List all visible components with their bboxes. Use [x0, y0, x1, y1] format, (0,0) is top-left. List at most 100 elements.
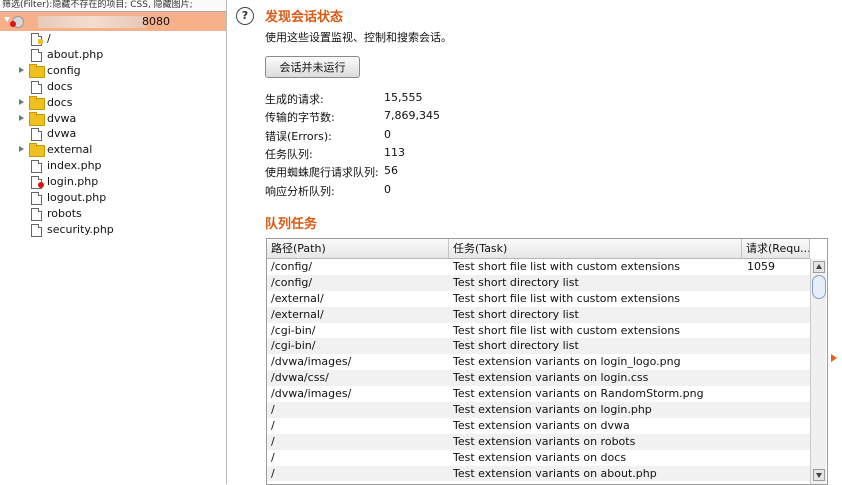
table-row[interactable]: /cgi-bin/Test short directory list [267, 338, 810, 355]
tree-item[interactable]: dvwa [0, 111, 226, 127]
table-row[interactable]: /external/Test short directory list [267, 306, 810, 323]
tree-item-label: dvwa [47, 111, 77, 125]
table-row[interactable]: /external/Test short file list with cust… [267, 291, 810, 307]
table-row[interactable]: /config/Test short directory list [267, 274, 810, 291]
tree-item[interactable]: logout.php [0, 190, 226, 206]
tree-item-label: external [47, 143, 93, 157]
cell-task: Test extension variants on dvwa [453, 418, 630, 432]
folder-icon [29, 111, 45, 126]
table-row[interactable]: / Test extension variants on login.php [267, 402, 810, 418]
file-icon [31, 192, 42, 205]
stat-row: 生成的请求: 15,555 [265, 91, 525, 107]
table-row[interactable]: / Test extension variants on about.php [267, 465, 810, 482]
column-header-requests[interactable]: 请求(Requ... [742, 239, 810, 258]
alert-dot-icon [10, 21, 16, 27]
tree-root-host[interactable]: 8080 [0, 12, 226, 31]
stat-value: 15,555 [384, 91, 423, 104]
column-header-task[interactable]: 任务(Task) [449, 239, 742, 258]
redacted-host [38, 16, 146, 28]
cell-task: Test short file list with custom extensi… [453, 323, 681, 337]
tree-item[interactable]: external [0, 142, 226, 158]
cell-task: Test extension variants on login_logo.pn… [453, 355, 681, 369]
tree-item-label: / [47, 32, 51, 45]
tree-item-label: index.php [47, 159, 102, 173]
scroll-down-icon[interactable] [813, 469, 825, 481]
cell-path: / [271, 450, 275, 464]
cell-path: /dvwa/css/ [271, 371, 329, 385]
cell-task: Test extension variants on RandomStorm.p… [453, 387, 704, 401]
cell-task: Test short file list with custom extensi… [453, 260, 681, 273]
help-icon[interactable]: ? [236, 7, 254, 25]
filter-bar[interactable]: 筛选(Filter):隐藏不存在的项目; CSS, 隐藏图片; [0, 0, 226, 12]
stat-value: 56 [384, 164, 398, 178]
table-header: 路径(Path) 任务(Task) 请求(Requ... [267, 239, 810, 259]
tree-item-label: security.php [47, 222, 114, 236]
table-row[interactable]: /dvwa/images/Test extension variants on … [267, 386, 810, 402]
expand-arrow-icon[interactable] [19, 114, 24, 121]
tree-item[interactable]: / [0, 31, 226, 47]
tree-item-label: login.php [47, 175, 99, 189]
stat-value: 7,869,345 [384, 109, 440, 123]
cell-path: / [271, 418, 275, 432]
collapse-panel-arrow-icon[interactable] [831, 354, 837, 362]
table-row[interactable]: / Test extension variants on robots [267, 433, 810, 450]
tree-item-label: dvwa [47, 127, 77, 141]
tree-item[interactable]: docs [0, 95, 226, 111]
table-row[interactable]: /dvwa/images/Test extension variants on … [267, 354, 810, 370]
table-row[interactable]: /config/Test short file list with custom… [267, 259, 810, 275]
scroll-up-icon[interactable] [813, 261, 825, 273]
column-header-path[interactable]: 路径(Path) [267, 239, 449, 258]
cell-path: / [271, 403, 275, 417]
table-row[interactable]: / Test extension variants on docs [267, 450, 810, 466]
stat-row: 任务队列: 113 [265, 146, 525, 162]
tree-item[interactable]: about.php [0, 47, 226, 63]
table-body: /config/Test short file list with custom… [267, 259, 810, 482]
tree-item-label: docs [47, 95, 73, 109]
stat-value: 0 [384, 127, 391, 141]
collapse-arrow-icon[interactable] [4, 17, 10, 22]
site-map-panel: 筛选(Filter):隐藏不存在的项目; CSS, 隐藏图片; 8080 / ab… [0, 0, 227, 484]
tree-item[interactable]: security.php [0, 222, 226, 238]
cell-requests: 1059 [747, 260, 775, 273]
tree-item-label: config [47, 63, 81, 77]
stat-value: 113 [384, 145, 405, 159]
cell-path: /external/ [271, 291, 324, 305]
tree-item[interactable]: login.php [0, 174, 226, 190]
cell-path: / [271, 466, 275, 480]
cell-path: /dvwa/images/ [271, 355, 352, 369]
folder-icon [29, 63, 45, 78]
expand-arrow-icon[interactable] [19, 146, 24, 153]
file-icon [31, 48, 42, 62]
session-status-button[interactable]: 会话并未运行 [265, 56, 360, 78]
table-row[interactable]: /cgi-bin/Test short file list with custo… [267, 323, 810, 339]
cell-task: Test short directory list [453, 339, 579, 353]
file-icon [31, 207, 42, 221]
file-icon [31, 160, 42, 174]
scroll-thumb[interactable] [812, 275, 826, 299]
cell-task: Test short directory list [453, 307, 579, 321]
section-title: 发现会话状态 [265, 10, 344, 25]
cell-task: Test extension variants on login.php [453, 403, 652, 417]
tree-item[interactable]: index.php [0, 158, 226, 174]
cell-path: /external/ [271, 307, 324, 321]
tree-item[interactable]: dvwa [0, 126, 226, 142]
tree-item-label: robots [47, 206, 82, 220]
stat-label: 任务队列: [265, 147, 313, 161]
table-row[interactable]: / Test extension variants on dvwa [267, 418, 810, 434]
stat-row: 错误(Errors): 0 [265, 128, 525, 144]
tree-item[interactable]: docs [0, 79, 226, 95]
alert-badge-icon [38, 182, 44, 189]
tree-item[interactable]: robots [0, 206, 226, 222]
expand-arrow-icon[interactable] [19, 98, 24, 105]
tree-item-label: about.php [47, 47, 104, 61]
stat-label: 生成的请求: [265, 93, 324, 106]
stat-label: 使用蜘蛛爬行请求队列: [265, 166, 379, 180]
expand-arrow-icon[interactable] [19, 66, 24, 73]
tree-item[interactable]: config [0, 63, 226, 79]
vertical-scrollbar[interactable] [810, 259, 826, 484]
cell-path: / [271, 434, 275, 448]
host-port-label: 8080 [142, 15, 170, 28]
table-row[interactable]: /dvwa/css/Test extension variants on log… [267, 370, 810, 387]
stat-row: 传输的字节数: 7,869,345 [265, 109, 525, 125]
stat-value: 0 [384, 182, 391, 196]
